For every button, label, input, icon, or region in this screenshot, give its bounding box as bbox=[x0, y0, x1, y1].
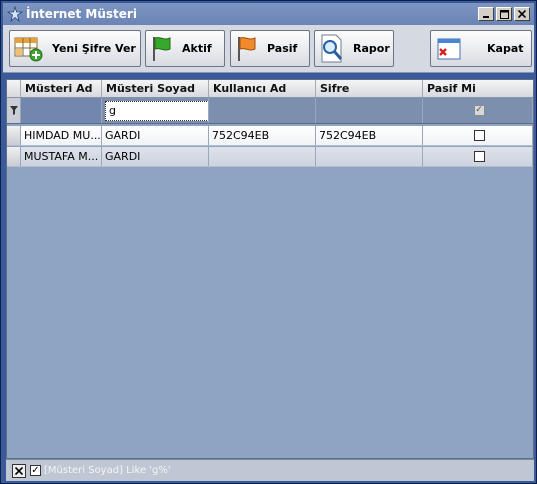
passive-label: Pasif bbox=[267, 42, 298, 55]
header-indicator bbox=[7, 80, 21, 97]
column-header-sifre[interactable]: Sifre bbox=[316, 80, 423, 97]
pasif-mi-checkbox[interactable] bbox=[473, 130, 485, 141]
filter-cell-sifre[interactable] bbox=[316, 98, 423, 123]
cell-pasif-mi[interactable] bbox=[423, 147, 533, 166]
close-icon bbox=[518, 10, 526, 18]
add-grid-icon bbox=[14, 37, 43, 61]
active-button[interactable]: Aktif bbox=[145, 30, 225, 67]
main-window: İnternet Müsteri Yeni Şifre Ver Aktif Pa… bbox=[0, 0, 537, 484]
new-password-label: Yeni Şifre Ver bbox=[52, 42, 136, 55]
filter-icon bbox=[9, 106, 18, 115]
close-button[interactable]: Kapat bbox=[430, 30, 532, 67]
filter-cell-musteri-soyad[interactable]: g bbox=[102, 98, 209, 123]
maximize-icon bbox=[499, 9, 509, 19]
window-title: İnternet Müsteri bbox=[26, 7, 137, 21]
toolbar: Yeni Şifre Ver Aktif Pasif Rapor Kapat bbox=[3, 25, 534, 73]
new-password-button[interactable]: Yeni Şifre Ver bbox=[9, 30, 141, 67]
table-row[interactable]: MUSTAFA M... GARDI bbox=[7, 147, 533, 167]
cell-musteri-soyad[interactable]: GARDI bbox=[102, 126, 209, 145]
column-header-musteri-ad[interactable]: Müsteri Ad bbox=[21, 80, 102, 97]
column-header-pasif-mi[interactable]: Pasif Mi bbox=[423, 80, 533, 97]
close-window-icon bbox=[437, 38, 461, 59]
active-label: Aktif bbox=[182, 42, 212, 55]
cell-kullanici-ad[interactable] bbox=[209, 147, 316, 166]
cell-musteri-ad[interactable]: HIMDAD MU... bbox=[21, 126, 102, 145]
filter-row-indicator bbox=[7, 98, 21, 123]
filter-input-musteri-soyad[interactable]: g bbox=[105, 101, 208, 121]
green-flag-icon bbox=[153, 36, 171, 61]
auto-filter-row: g ✓ bbox=[7, 98, 533, 124]
cell-musteri-ad[interactable]: MUSTAFA M... bbox=[21, 147, 102, 166]
app-star-icon bbox=[7, 6, 23, 22]
row-indicator[interactable] bbox=[7, 126, 21, 145]
cell-pasif-mi[interactable] bbox=[423, 126, 533, 145]
cell-musteri-soyad[interactable]: GARDI bbox=[102, 147, 209, 166]
orange-flag-icon bbox=[238, 36, 256, 61]
customer-grid: Müsteri Ad Müsteri Soyad Kullanıcı Ad Si… bbox=[6, 79, 534, 459]
maximize-button[interactable] bbox=[496, 7, 512, 21]
report-label: Rapor bbox=[353, 42, 390, 55]
column-header-kullanici-ad[interactable]: Kullanıcı Ad bbox=[209, 80, 316, 97]
magnifier-report-icon bbox=[321, 34, 343, 62]
row-indicator[interactable] bbox=[7, 147, 21, 166]
cell-kullanici-ad[interactable]: 752C94EB bbox=[209, 126, 316, 145]
grid-header: Müsteri Ad Müsteri Soyad Kullanıcı Ad Si… bbox=[7, 80, 533, 98]
filter-panel: ✓ [Müsteri Soyad] Like 'g%' bbox=[6, 459, 534, 481]
passive-button[interactable]: Pasif bbox=[230, 30, 310, 67]
filter-expression[interactable]: [Müsteri Soyad] Like 'g%' bbox=[44, 465, 171, 476]
minimize-button[interactable] bbox=[478, 7, 494, 21]
filter-cell-kullanici-ad[interactable] bbox=[209, 98, 316, 123]
title-bar[interactable]: İnternet Müsteri bbox=[3, 3, 534, 25]
cell-sifre[interactable]: 752C94EB bbox=[316, 126, 423, 145]
filter-enabled-checkbox[interactable]: ✓ bbox=[30, 465, 41, 476]
filter-pasif-checkbox[interactable]: ✓ bbox=[473, 105, 485, 116]
cell-sifre[interactable] bbox=[316, 147, 423, 166]
column-header-musteri-soyad[interactable]: Müsteri Soyad bbox=[102, 80, 209, 97]
minimize-icon bbox=[483, 16, 489, 18]
close-window-button[interactable] bbox=[514, 7, 530, 21]
clear-filter-button[interactable] bbox=[12, 463, 26, 478]
report-button[interactable]: Rapor bbox=[314, 30, 394, 67]
pasif-mi-checkbox[interactable] bbox=[473, 151, 485, 162]
filter-cell-pasif-mi[interactable]: ✓ bbox=[423, 98, 533, 123]
close-label: Kapat bbox=[487, 42, 524, 55]
close-icon bbox=[15, 466, 23, 475]
filter-cell-musteri-ad[interactable] bbox=[21, 98, 102, 123]
table-row[interactable]: HIMDAD MU... GARDI 752C94EB 752C94EB bbox=[7, 126, 533, 146]
